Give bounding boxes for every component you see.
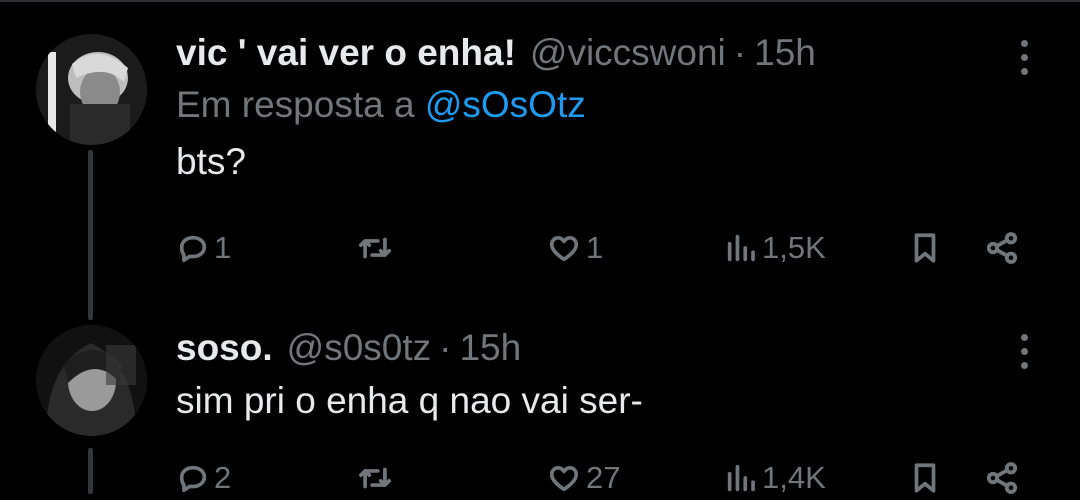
avatar[interactable] — [36, 325, 147, 436]
like-count: 1 — [586, 230, 604, 265]
timestamp[interactable]: 15h — [754, 31, 816, 75]
tweet[interactable]: vic ' vai ver o enha! @viccswoni · 15h E… — [0, 0, 1080, 300]
reply-count: 1 — [214, 230, 232, 265]
tweet-header: soso. @s0s0tz · 15h — [176, 326, 1000, 370]
reply-button[interactable]: 1 — [176, 226, 231, 270]
tweet[interactable]: soso. @s0s0tz · 15h sim pri o enha q nao… — [0, 300, 1080, 495]
share-button[interactable] — [984, 456, 1020, 500]
tweet-text: bts? — [176, 141, 246, 182]
views-button[interactable]: 1,5K — [724, 226, 826, 270]
action-bar: 2 27 1,4K — [176, 456, 1036, 500]
like-button[interactable]: 27 — [546, 456, 620, 500]
reply-icon — [179, 235, 207, 263]
reply-button[interactable]: 2 — [176, 456, 231, 500]
separator-dot: · — [439, 327, 452, 368]
like-icon — [549, 235, 579, 262]
author-handle[interactable]: @s0s0tz — [287, 326, 432, 370]
bookmark-icon — [914, 233, 936, 263]
reply-prefix: Em resposta a — [176, 84, 415, 125]
tweet-content: soso. @s0s0tz · 15h sim pri o enha q nao… — [176, 326, 1000, 424]
share-icon — [986, 232, 1018, 264]
retweet-button[interactable] — [356, 226, 398, 270]
tweet-content: vic ' vai ver o enha! @viccswoni · 15h E… — [176, 31, 1000, 185]
like-button[interactable]: 1 — [546, 226, 603, 270]
reply-to-link[interactable]: @sOsOtz — [425, 84, 586, 125]
action-bar: 1 1 1,5K — [176, 226, 1036, 270]
reply-count: 2 — [214, 460, 232, 495]
author-name[interactable]: soso. — [176, 326, 273, 370]
view-count: 1,4K — [762, 460, 826, 495]
more-options-icon[interactable] — [1016, 334, 1032, 369]
tweet-header: vic ' vai ver o enha! @viccswoni · 15h — [176, 31, 1000, 75]
like-icon — [549, 465, 579, 492]
like-count: 27 — [586, 460, 621, 495]
bookmark-button[interactable] — [908, 226, 942, 270]
bookmark-button[interactable] — [908, 456, 942, 500]
share-icon — [986, 462, 1018, 494]
more-options-icon[interactable] — [1016, 40, 1032, 75]
views-icon — [727, 234, 755, 262]
share-button[interactable] — [984, 226, 1020, 270]
view-count: 1,5K — [762, 230, 826, 265]
retweet-icon — [358, 467, 392, 489]
views-button[interactable]: 1,4K — [724, 456, 826, 500]
author-name[interactable]: vic ' vai ver o enha! — [176, 31, 516, 75]
bookmark-icon — [914, 463, 936, 493]
author-handle[interactable]: @viccswoni — [530, 31, 726, 75]
avatar[interactable] — [36, 34, 147, 145]
reply-context: Em resposta a @sOsOtz — [176, 83, 1000, 127]
tweet-text: sim pri o enha q nao vai ser- — [176, 380, 643, 421]
reply-icon — [179, 465, 207, 493]
timestamp[interactable]: 15h — [459, 326, 521, 370]
retweet-icon — [358, 237, 392, 259]
retweet-button[interactable] — [356, 456, 398, 500]
separator-dot: · — [733, 32, 747, 73]
views-icon — [727, 464, 755, 492]
